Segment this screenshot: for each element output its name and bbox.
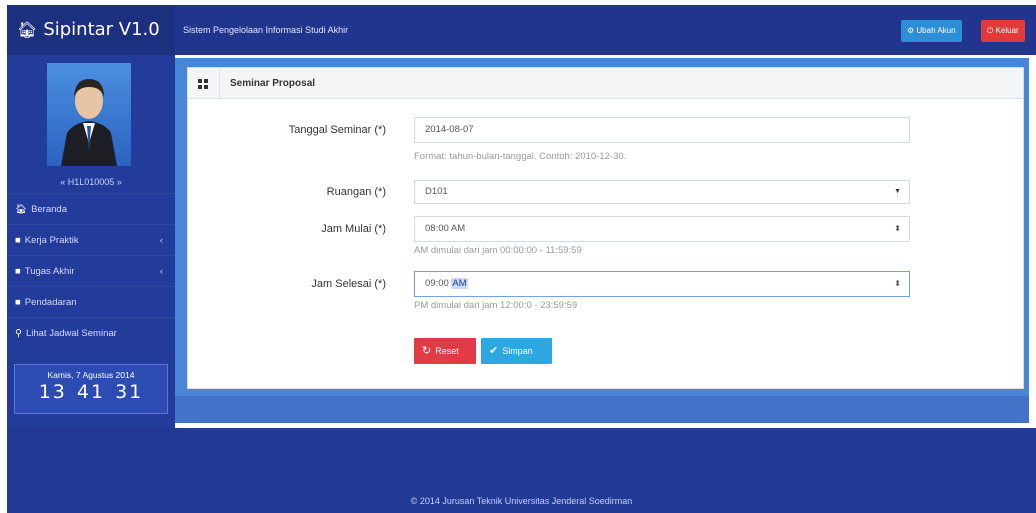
reset-button-label: Reset: [435, 346, 459, 356]
grid-icon: [198, 79, 208, 89]
header-divider: [219, 68, 220, 99]
jam-selesai-value: 09:00: [425, 278, 452, 289]
chevron-left-icon: ‹: [159, 235, 163, 246]
user-id[interactable]: « H1L010005 »: [7, 177, 175, 187]
sidebar-item-kerja-praktik[interactable]: ■ Kerja Praktik ‹: [7, 224, 175, 255]
brand[interactable]: 🏠︎ Sipintar V1.0: [7, 5, 175, 55]
home-icon: 🏠︎: [15, 204, 28, 215]
jam-selesai-hint: PM dimulai dari jam 12:00:0 - 23:59:59: [414, 300, 578, 311]
save-button[interactable]: ✔ Simpan: [481, 338, 552, 364]
brand-title: Sipintar V1.0: [43, 19, 160, 40]
check-icon: ✔: [489, 345, 499, 357]
panel-title: Seminar Proposal: [230, 78, 316, 89]
sidebar-item-lihat-jadwal-seminar[interactable]: ⚲ Lihat Jadwal Seminar: [7, 317, 175, 348]
refresh-icon: ↻: [422, 345, 432, 357]
footer: © 2014 Jurusan Teknik Universitas Jender…: [7, 428, 1036, 513]
jam-mulai-input[interactable]: 08:00 AM ⬍: [414, 216, 910, 242]
seminar-proposal-panel: Seminar Proposal Tanggal Seminar (*) 201…: [187, 67, 1024, 389]
book-icon: ■: [15, 297, 21, 308]
home-icon: 🏠︎: [17, 20, 38, 39]
spinner-icon[interactable]: ⬍: [894, 217, 901, 241]
sidebar-item-label: Lihat Jadwal Seminar: [25, 328, 117, 339]
clock-second: 31: [115, 381, 144, 403]
sidebar-item-label: Tugas Akhir: [24, 266, 75, 277]
app-subtitle: Sistem Pengelolaan Informasi Studi Akhir: [183, 25, 349, 35]
book-icon: ■: [15, 235, 21, 246]
sidebar-menu: 🏠︎ Beranda ■ Kerja Praktik ‹ ■ Tugas Akhir …: [7, 193, 175, 348]
gear-icon: ⚙: [907, 26, 915, 35]
logout-button[interactable]: ⏻ Keluar: [981, 20, 1025, 42]
sidebar: « H1L010005 » 🏠︎ Beranda ■ Kerja Praktik ‹…: [7, 55, 175, 428]
content-bottom-strip: [175, 396, 1029, 423]
jam-selesai-label: Jam Selesai (*): [311, 278, 386, 290]
ruangan-value: D101: [425, 186, 448, 197]
tanggal-label: Tanggal Seminar (*): [288, 124, 386, 136]
clock-minute: 41: [76, 381, 106, 403]
jam-selesai-selected-text: AM: [451, 278, 468, 289]
footer-copyright: © 2014 Jurusan Teknik Universitas Jender…: [410, 496, 633, 506]
logout-button-label: Keluar: [995, 26, 1019, 35]
tanggal-value: 2014-08-07: [425, 124, 474, 135]
tanggal-hint: Format: tahun-bulan-tanggal. Contoh: 201…: [414, 151, 627, 162]
clock-hour: 13: [38, 381, 67, 403]
sidebar-item-tugas-akhir[interactable]: ■ Tugas Akhir ‹: [7, 255, 175, 286]
dropdown-arrow-icon: ▼: [894, 188, 901, 195]
clock-date: Kamis, 7 Agustus 2014: [47, 370, 135, 380]
sidebar-item-label: Kerja Praktik: [24, 235, 79, 246]
sidebar-item-label: Beranda: [31, 204, 67, 215]
ruangan-label: Ruangan (*): [326, 186, 386, 198]
clock-time: 13 41 31: [15, 381, 167, 403]
search-icon: ⚲: [15, 328, 22, 339]
account-button[interactable]: ⚙ Ubah Akun: [901, 20, 962, 42]
reset-button[interactable]: ↻ Reset: [414, 338, 476, 364]
chevron-left-icon: ‹: [159, 266, 163, 277]
sidebar-item-label: Pendadaran: [24, 297, 77, 308]
jam-mulai-value: 08:00 AM: [425, 223, 466, 234]
book-icon: ■: [15, 266, 21, 277]
tanggal-input[interactable]: 2014-08-07: [414, 117, 910, 143]
spinner-icon[interactable]: ⬍: [894, 272, 901, 296]
sidebar-item-beranda[interactable]: 🏠︎ Beranda: [7, 193, 175, 224]
jam-selesai-input[interactable]: 09:00 AM ⬍: [414, 271, 910, 297]
account-button-label: Ubah Akun: [916, 26, 956, 35]
jam-mulai-label: Jam Mulai (*): [321, 223, 386, 235]
power-icon: ⏻: [987, 26, 994, 35]
jam-mulai-hint: AM dimulai dari jam 00:00:00 - 11:59:59: [414, 245, 582, 256]
save-button-label: Simpan: [502, 346, 533, 356]
top-navbar: 🏠︎ Sipintar V1.0 Sistem Pengelolaan Infor…: [7, 5, 1036, 55]
ruangan-select[interactable]: D101 ▼: [414, 180, 910, 204]
clock-widget: Kamis, 7 Agustus 2014 13 41 31: [14, 364, 168, 414]
sidebar-item-pendadaran[interactable]: ■ Pendadaran: [7, 286, 175, 317]
panel-header: Seminar Proposal: [188, 68, 1023, 99]
avatar: [47, 63, 131, 166]
